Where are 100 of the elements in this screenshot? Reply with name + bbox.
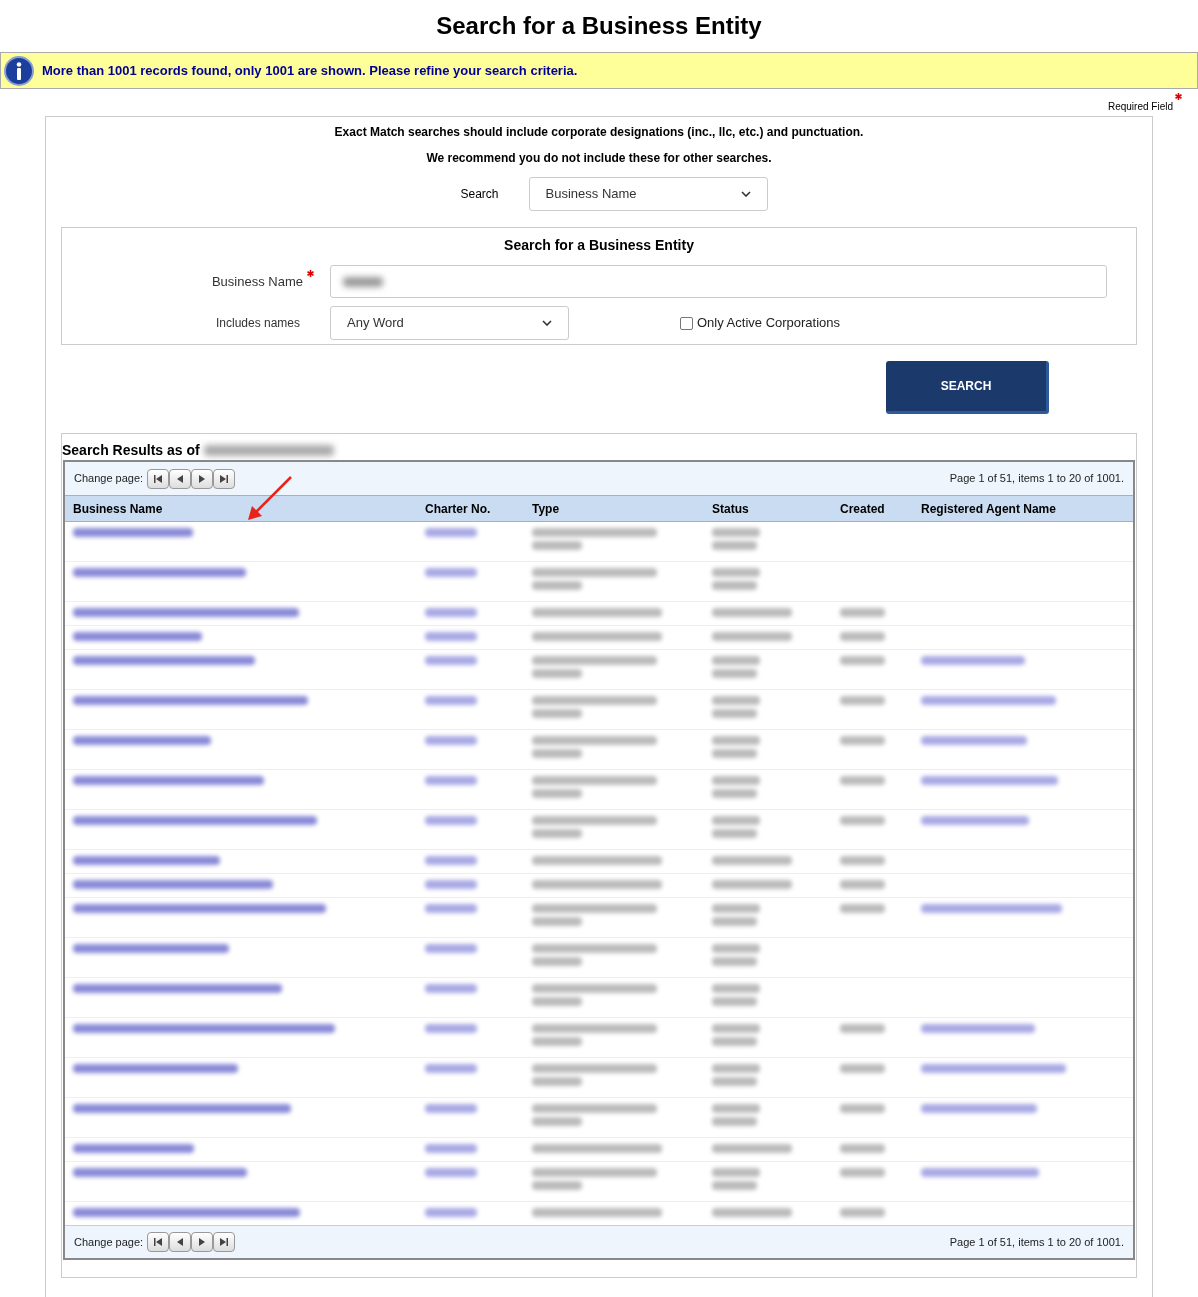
blurred-link[interactable] <box>425 856 477 865</box>
blurred-link[interactable] <box>73 608 299 617</box>
blurred-link[interactable] <box>425 776 477 785</box>
blurred-text <box>840 656 885 665</box>
search-type-dropdown[interactable]: Business Name <box>528 177 768 211</box>
blurred-link[interactable] <box>921 1104 1037 1113</box>
blurred-link[interactable] <box>921 904 1062 913</box>
blurred-link[interactable] <box>921 1064 1066 1073</box>
field-label: Includes names <box>215 315 300 332</box>
blurred-link[interactable] <box>425 656 477 665</box>
blurred-link[interactable] <box>73 944 229 953</box>
blurred-text <box>532 957 582 966</box>
annotation-arrow <box>246 474 294 522</box>
blurred-text <box>532 669 582 678</box>
checkbox-label[interactable]: Only Active Corporations <box>697 313 841 333</box>
blurred-link[interactable] <box>425 1144 477 1153</box>
blurred-link[interactable] <box>73 656 255 665</box>
blurred-link[interactable] <box>425 736 477 745</box>
blurred-text <box>712 789 757 798</box>
blurred-link[interactable] <box>73 1208 300 1217</box>
business-name-field[interactable] <box>330 265 1107 298</box>
blurred-text <box>712 957 757 966</box>
blurred-link[interactable] <box>921 816 1029 825</box>
blurred-text <box>712 541 757 550</box>
blurred-text <box>532 1117 582 1126</box>
blurred-link[interactable] <box>425 1208 477 1217</box>
results-heading: Search Results as of <box>62 440 200 460</box>
blurred-link[interactable] <box>73 632 202 641</box>
blurred-link[interactable] <box>73 1168 247 1177</box>
column-header[interactable]: Business Name <box>73 501 163 516</box>
blurred-link[interactable] <box>73 1104 291 1113</box>
blurred-link[interactable] <box>921 1168 1039 1177</box>
blurred-link[interactable] <box>73 696 308 705</box>
blurred-text <box>840 1104 885 1113</box>
blurred-text <box>712 904 760 913</box>
first-page-icon[interactable] <box>147 468 170 489</box>
next-icon[interactable] <box>191 468 214 489</box>
page-info: Page 1 of 51, items 1 to 20 of 1001. <box>949 471 1124 487</box>
column-header[interactable]: Created <box>840 501 885 516</box>
blurred-link[interactable] <box>921 776 1058 785</box>
last-page-icon[interactable] <box>213 468 236 489</box>
blurred-text <box>712 1037 757 1046</box>
blurred-link[interactable] <box>425 696 477 705</box>
previous-icon[interactable] <box>169 468 192 489</box>
instruction-text: Exact Match searches should include corporate designations (inc., llc, etc.) and punctuation. <box>334 124 864 141</box>
blurred-link[interactable] <box>73 1024 335 1033</box>
blurred-link[interactable] <box>73 1144 194 1153</box>
blurred-link[interactable] <box>425 1168 477 1177</box>
search-button[interactable]: SEARCH <box>886 361 1049 414</box>
form-title: Search for a Business Entity <box>503 236 695 255</box>
blurred-text <box>712 1104 760 1113</box>
blurred-text <box>840 1168 885 1177</box>
blurred-link[interactable] <box>425 1024 477 1033</box>
blurred-text <box>712 1077 757 1086</box>
field-label: Business Name <box>211 272 303 291</box>
last-page-icon[interactable] <box>213 1232 236 1252</box>
blurred-link[interactable] <box>73 528 193 537</box>
blurred-link[interactable] <box>425 1104 477 1113</box>
blurred-link[interactable] <box>425 1064 477 1073</box>
blurred-link[interactable] <box>425 984 477 993</box>
blurred-link[interactable] <box>73 904 326 913</box>
blurred-link[interactable] <box>425 816 477 825</box>
blurred-link[interactable] <box>425 944 477 953</box>
blurred-link[interactable] <box>73 736 211 745</box>
blurred-link[interactable] <box>921 696 1056 705</box>
blurred-text <box>532 1037 582 1046</box>
search-type-label: Search <box>460 186 499 203</box>
first-page-icon[interactable] <box>147 1232 170 1252</box>
blurred-link[interactable] <box>921 656 1025 665</box>
blurred-text <box>712 581 757 590</box>
column-header[interactable]: Charter No. <box>425 501 491 516</box>
blurred-link[interactable] <box>425 632 477 641</box>
blurred-link[interactable] <box>73 984 282 993</box>
blurred-link[interactable] <box>425 880 477 889</box>
blurred-link[interactable] <box>921 736 1027 745</box>
blurred-text <box>840 696 885 705</box>
blurred-link[interactable] <box>73 568 246 577</box>
blurred-text <box>712 669 757 678</box>
blurred-link[interactable] <box>425 568 477 577</box>
blurred-link[interactable] <box>73 856 220 865</box>
blurred-link[interactable] <box>73 816 317 825</box>
next-icon[interactable] <box>191 1232 214 1252</box>
column-header[interactable]: Registered Agent Name <box>921 501 1056 516</box>
blurred-text <box>840 776 885 785</box>
blurred-link[interactable] <box>921 1024 1035 1033</box>
blurred-link[interactable] <box>73 1064 238 1073</box>
blurred-text <box>712 709 757 718</box>
column-header[interactable]: Status <box>712 501 749 516</box>
previous-icon[interactable] <box>169 1232 192 1252</box>
blurred-link[interactable] <box>73 880 273 889</box>
blurred-link[interactable] <box>425 608 477 617</box>
pager-label: Change page: <box>74 471 144 487</box>
blurred-link[interactable] <box>73 776 264 785</box>
blurred-link[interactable] <box>425 904 477 913</box>
blurred-link[interactable] <box>425 528 477 537</box>
info-icon <box>4 55 34 86</box>
column-header[interactable]: Type <box>532 501 560 516</box>
includes-dropdown[interactable]: Any Word <box>330 306 569 340</box>
blurred-text <box>712 528 760 537</box>
checkbox[interactable] <box>680 316 693 330</box>
